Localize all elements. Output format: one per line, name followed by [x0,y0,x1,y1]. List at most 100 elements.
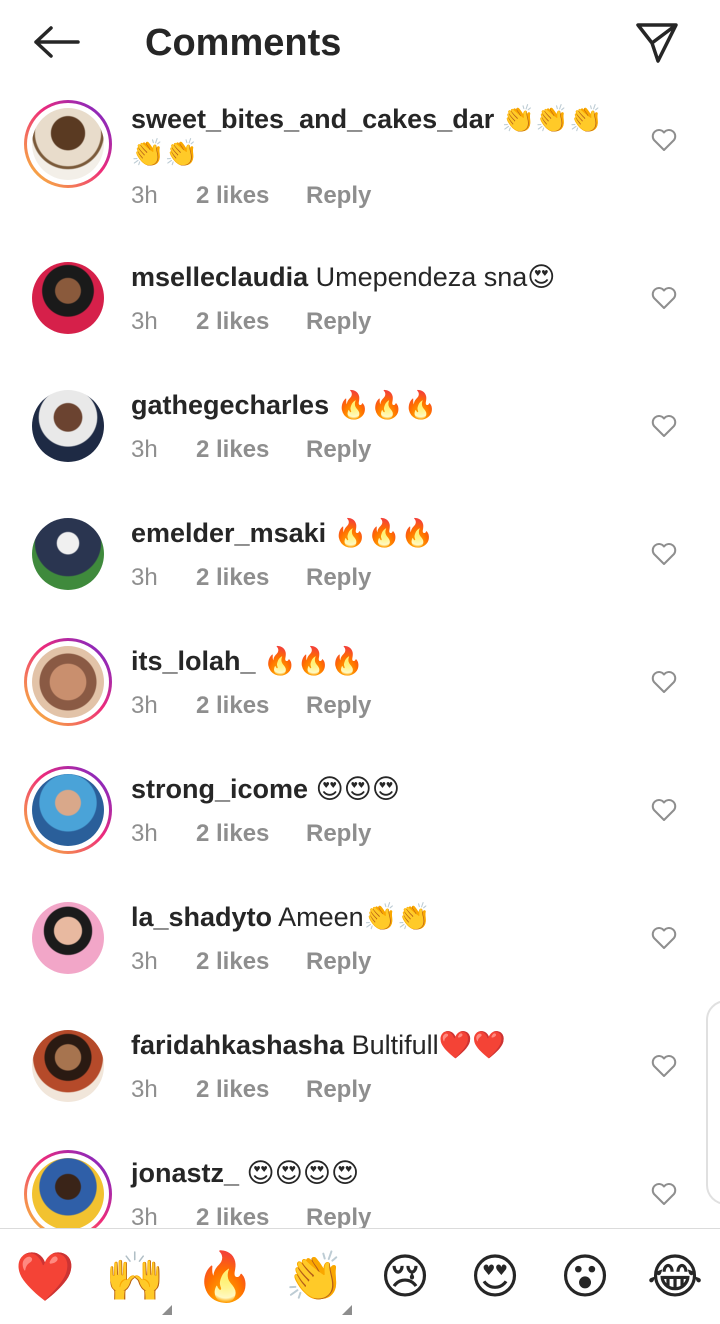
heart-outline-icon [651,415,677,437]
comment-username[interactable]: sweet_bites_and_cakes_dar [131,104,494,134]
avatar[interactable] [24,510,112,598]
emoji-button-crying-face[interactable]: 😢 [374,1247,436,1309]
raising-hands-emoji: 🙌 [105,1251,165,1304]
avatar[interactable] [24,1022,112,1110]
comment-likes[interactable]: 2 likes [196,308,269,336]
avatar-image [32,902,104,974]
heart-outline-icon [651,543,677,565]
comment-time: 3h [131,1076,158,1103]
comment-likes[interactable]: 2 likes [196,820,269,848]
skin-tone-indicator-icon [342,1305,352,1315]
comment-row: mselleclaudia Umependeza sna😍 3h 2 likes… [0,254,720,382]
reply-button[interactable]: Reply [306,564,371,592]
comment-username[interactable]: its_lolah_ [131,646,256,676]
reply-button[interactable]: Reply [306,692,371,720]
comment-username[interactable]: emelder_msaki [131,518,326,548]
comment-likes[interactable]: 2 likes [196,182,269,210]
reply-button[interactable]: Reply [306,948,371,976]
comment-body: Ameen👏👏 [278,902,431,932]
comment-text: faridahkashasha Bultifull❤️❤️ [131,1028,631,1062]
comment-body: 🔥🔥🔥 [263,646,364,676]
avatar[interactable] [24,100,112,188]
comments-header: Comments [0,0,720,86]
comment-row: gathegecharles 🔥🔥🔥 3h 2 likes Reply [0,382,720,510]
comment-row: its_lolah_ 🔥🔥🔥 3h 2 likes Reply [0,638,720,766]
comment-row: la_shadyto Ameen👏👏 3h 2 likes Reply [0,894,720,1022]
like-comment-button[interactable] [648,1179,680,1209]
comment-time: 3h [131,948,158,975]
paper-plane-icon [636,23,678,63]
comment-username[interactable]: faridahkashasha [131,1030,344,1060]
emoji-button-surprised-face[interactable]: 😮 [554,1247,616,1309]
comment-body: 😍😍😍 [315,774,401,804]
comment-text: gathegecharles 🔥🔥🔥 [131,388,631,422]
like-comment-button[interactable] [648,923,680,953]
comment-row: jonastz_ 😍😍😍😍 3h 2 likes Reply [0,1150,720,1228]
avatar-image [32,108,104,180]
comment-likes[interactable]: 2 likes [196,436,269,464]
comment-username[interactable]: strong_icome [131,774,308,804]
emoji-button-raising-hands[interactable]: 🙌 [104,1247,172,1315]
like-comment-button[interactable] [648,795,680,825]
emoji-button-fire[interactable]: 🔥 [194,1247,256,1309]
comment-body: Bultifull❤️❤️ [351,1030,506,1060]
comment-username[interactable]: gathegecharles [131,390,329,420]
comment-body: Umependeza sna😍 [315,262,556,292]
heart-outline-icon [651,129,677,151]
comment-likes[interactable]: 2 likes [196,692,269,720]
comment-time: 3h [131,182,158,209]
avatar-image [32,774,104,846]
like-comment-button[interactable] [648,667,680,697]
comment-time: 3h [131,436,158,463]
avatar-image [32,262,104,334]
avatar[interactable] [24,638,112,726]
emoji-button-heart-eyes[interactable]: 😍 [464,1247,526,1309]
like-comment-button[interactable] [648,125,680,155]
like-comment-button[interactable] [648,283,680,313]
emoji-button-clapping-hands[interactable]: 👏 [284,1247,352,1315]
comment-time: 3h [131,820,158,847]
avatar[interactable] [24,1150,112,1228]
comment-text: la_shadyto Ameen👏👏 [131,900,631,934]
comment-text: sweet_bites_and_cakes_dar 👏👏👏👏👏 [131,102,631,170]
reply-button[interactable]: Reply [306,308,371,336]
comment-likes[interactable]: 2 likes [196,948,269,976]
comment-username[interactable]: mselleclaudia [131,262,308,292]
comment-username[interactable]: la_shadyto [131,902,272,932]
comment-row: faridahkashasha Bultifull❤️❤️ 3h 2 likes… [0,1022,720,1150]
comment-time: 3h [131,1204,158,1228]
heart-outline-icon [651,799,677,821]
avatar[interactable] [24,382,112,470]
reply-button[interactable]: Reply [306,820,371,848]
comments-list[interactable]: sweet_bites_and_cakes_dar 👏👏👏👏👏 3h 2 lik… [0,86,720,1228]
comment-likes[interactable]: 2 likes [196,1076,269,1104]
comment-text: strong_icome 😍😍😍 [131,772,631,806]
reply-button[interactable]: Reply [306,1204,371,1228]
avatar[interactable] [24,254,112,342]
like-comment-button[interactable] [648,1051,680,1081]
reply-button[interactable]: Reply [306,436,371,464]
comment-row: emelder_msaki 🔥🔥🔥 3h 2 likes Reply [0,510,720,638]
skin-tone-indicator-icon [162,1305,172,1315]
comment-likes[interactable]: 2 likes [196,1204,269,1228]
reply-button[interactable]: Reply [306,1076,371,1104]
comment-text: jonastz_ 😍😍😍😍 [131,1156,631,1190]
like-comment-button[interactable] [648,539,680,569]
avatar-image [32,646,104,718]
reply-button[interactable]: Reply [306,182,371,210]
emoji-button-red-heart[interactable]: ❤️ [14,1247,76,1309]
avatar[interactable] [24,766,112,854]
comment-likes[interactable]: 2 likes [196,564,269,592]
share-button[interactable] [630,18,684,68]
avatar-image [32,518,104,590]
scroll-handle[interactable] [706,1000,720,1205]
comment-username[interactable]: jonastz_ [131,1158,239,1188]
avatar-image [32,390,104,462]
emoji-button-tears-of-joy[interactable]: 😂 [644,1247,706,1309]
comment-body: 🔥🔥🔥 [336,390,438,420]
avatar[interactable] [24,894,112,982]
like-comment-button[interactable] [648,411,680,441]
back-button[interactable] [28,20,84,64]
heart-outline-icon [651,927,677,949]
comment-text: emelder_msaki 🔥🔥🔥 [131,516,631,550]
